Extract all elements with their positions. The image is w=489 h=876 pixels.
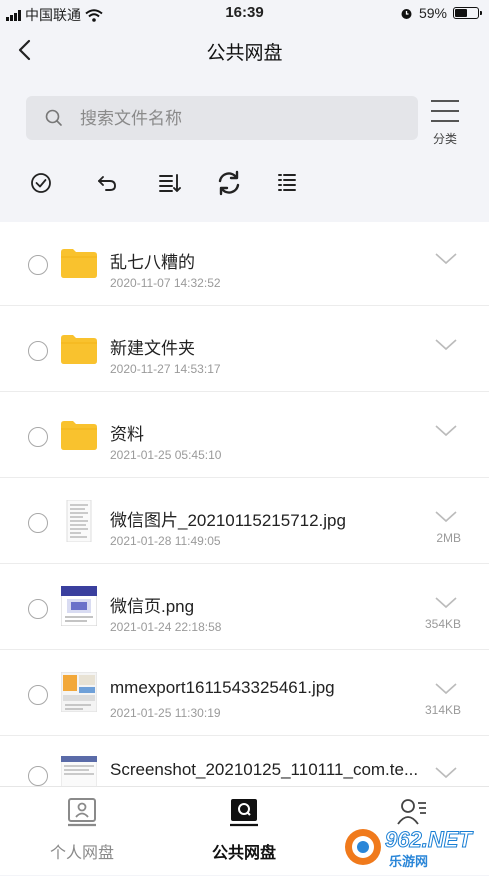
file-row[interactable]: mmexport1611543325461.jpg 2021-01-25 11:…	[0, 652, 489, 736]
chevron-down-icon[interactable]	[434, 424, 458, 438]
file-name: 乱七八糟的	[110, 253, 195, 272]
file-row[interactable]: 新建文件夹 2020-11-27 14:53:17	[0, 308, 489, 392]
file-row[interactable]: 微信页.png 2021-01-24 22:18:58 354KB	[0, 566, 489, 650]
file-row[interactable]: 微信图片_20210115215712.jpg 2021-01-28 11:49…	[0, 480, 489, 564]
status-right: 59%	[400, 5, 482, 21]
alarm-icon	[401, 8, 412, 19]
file-name: 微信页.png	[110, 597, 195, 616]
tab-bar: 个人网盘 公共网盘 962.NET 乐游网	[0, 786, 489, 875]
folder-icon	[61, 335, 97, 364]
tab-public-disk[interactable]: 公共网盘	[192, 787, 296, 876]
select-radio[interactable]	[28, 255, 48, 275]
battery-icon	[453, 7, 482, 19]
image-thumbnail	[61, 672, 97, 712]
select-all-button[interactable]	[24, 166, 58, 200]
watermark-emblem	[345, 829, 381, 865]
select-radio[interactable]	[28, 685, 48, 705]
chevron-down-icon[interactable]	[434, 510, 458, 524]
battery-fill	[455, 9, 467, 17]
undo-button[interactable]	[90, 166, 124, 200]
file-row[interactable]: 乱七八糟的 2020-11-07 14:32:52	[0, 222, 489, 306]
file-date: 2021-01-25 05:45:10	[110, 448, 222, 462]
select-radio[interactable]	[28, 513, 48, 533]
select-radio[interactable]	[28, 599, 48, 619]
personal-disk-icon	[68, 798, 96, 827]
file-size: 354KB	[424, 617, 461, 631]
folder-icon	[61, 421, 97, 450]
file-size: 314KB	[424, 703, 461, 717]
refresh-button[interactable]	[212, 166, 246, 200]
category-button[interactable]: 分类	[428, 96, 462, 148]
chevron-down-icon[interactable]	[434, 766, 458, 780]
image-thumbnail	[61, 586, 97, 626]
file-date: 2020-11-07 14:32:52	[110, 276, 221, 290]
file-name: 资料	[110, 425, 144, 444]
page-title: 公共网盘	[206, 43, 283, 64]
category-label: 分类	[432, 132, 457, 146]
status-bar: 中国联通 16:39 59%	[0, 0, 489, 26]
file-name: 微信图片_20210115215712.jpg	[110, 511, 346, 530]
select-radio[interactable]	[28, 427, 48, 447]
public-disk-icon	[230, 799, 258, 827]
battery-percent: 59%	[418, 5, 447, 21]
list-view-icon	[278, 174, 296, 191]
watermark-logo: 962.NET 乐游网	[343, 825, 483, 869]
refresh-icon	[218, 170, 240, 196]
chevron-down-icon[interactable]	[434, 252, 458, 266]
file-row[interactable]: 资料 2021-01-25 05:45:10	[0, 394, 489, 478]
contacts-icon	[397, 799, 426, 825]
select-radio[interactable]	[28, 766, 48, 786]
menu-lines-icon	[431, 100, 459, 130]
chevron-down-icon[interactable]	[434, 338, 458, 352]
tab-personal-disk[interactable]: 个人网盘	[30, 787, 134, 876]
toolbar	[0, 166, 489, 202]
search-bar[interactable]	[26, 96, 418, 142]
file-name: 新建文件夹	[110, 339, 195, 358]
file-list: 乱七八糟的 2020-11-07 14:32:52 新建文件夹 2020-11-…	[0, 222, 489, 786]
image-thumbnail	[61, 756, 97, 786]
file-size: 2MB	[436, 531, 461, 545]
nav-bar: 公共网盘	[0, 26, 489, 74]
sort-icon	[159, 174, 181, 192]
select-all-icon	[31, 173, 51, 193]
file-date: 2020-11-27 14:53:17	[110, 362, 221, 376]
tab-label: 公共网盘	[211, 845, 276, 862]
file-name: mmexport1611543325461.jpg	[110, 678, 335, 697]
file-name: Screenshot_20210125_110111_com.te...	[110, 760, 419, 779]
watermark-text: 乐游网	[389, 854, 429, 869]
file-row[interactable]: Screenshot_20210125_110111_com.te...	[0, 738, 489, 786]
folder-icon	[61, 249, 97, 278]
tab-label: 个人网盘	[49, 845, 114, 862]
undo-icon	[98, 176, 116, 191]
file-date: 2021-01-28 11:49:05	[110, 534, 221, 548]
file-date: 2021-01-25 11:30:19	[110, 706, 221, 720]
chevron-down-icon[interactable]	[434, 596, 458, 610]
image-thumbnail	[66, 500, 92, 542]
sort-button[interactable]	[152, 166, 186, 200]
search-input[interactable]	[78, 96, 412, 142]
watermark-number: 962.NET	[385, 827, 473, 853]
search-icon	[45, 109, 62, 126]
file-date: 2021-01-24 22:18:58	[110, 620, 222, 634]
list-view-button[interactable]	[270, 166, 304, 200]
select-radio[interactable]	[28, 341, 48, 361]
chevron-down-icon[interactable]	[434, 682, 458, 696]
